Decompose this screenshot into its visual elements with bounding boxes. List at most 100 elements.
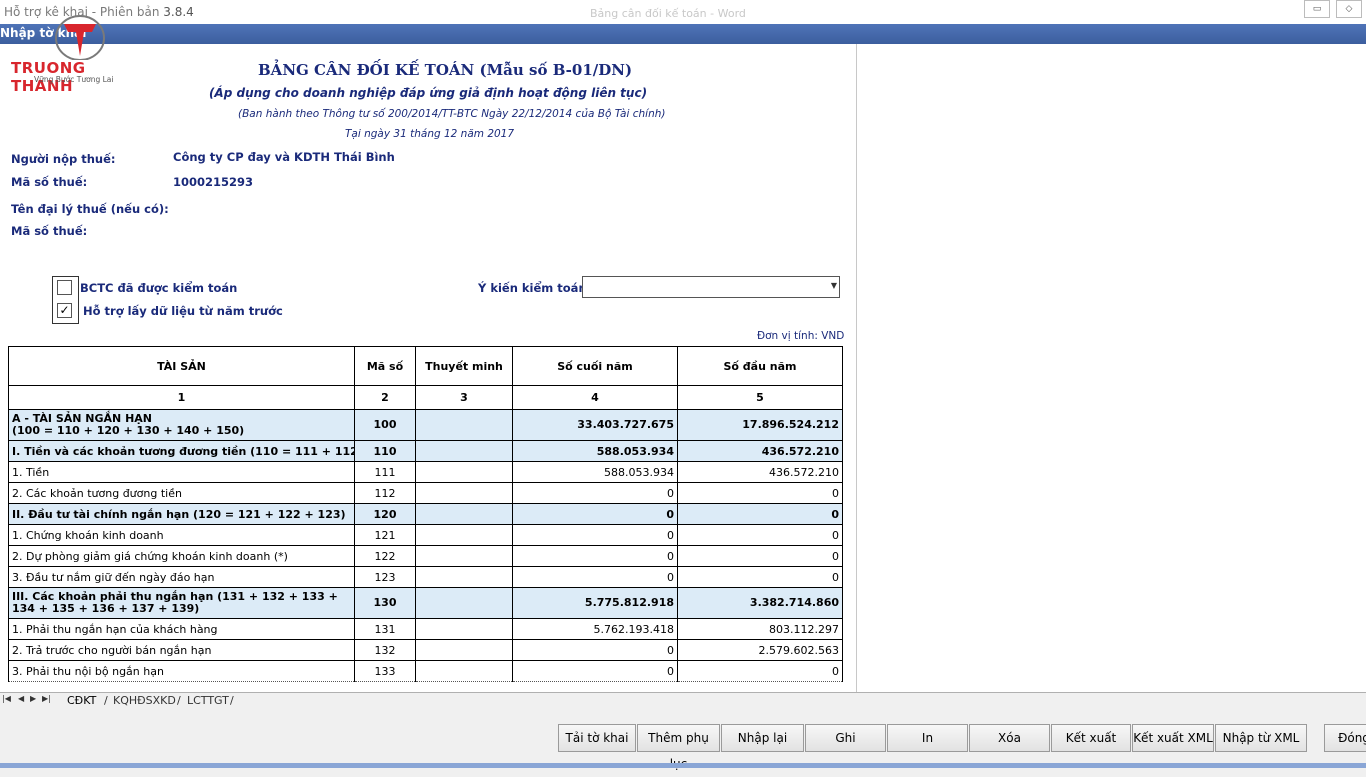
row-label: 1. Tiền — [8, 461, 355, 483]
audit-opinion-label: Ý kiến kiểm toán: — [478, 281, 592, 295]
tab-lcttgt[interactable]: LCTTGT — [187, 693, 229, 708]
add-appendix-button[interactable]: Thêm phụ lục — [637, 724, 720, 771]
column-number: 3 — [415, 385, 513, 410]
next-sheet-icon[interactable]: ▶ — [30, 694, 36, 703]
row-label: 3. Phải thu nội bộ ngắn hạn — [8, 660, 355, 682]
row-note-cell[interactable] — [415, 482, 513, 504]
row-label: 2. Dự phòng giảm giá chứng khoán kinh do… — [8, 545, 355, 567]
right-pane — [857, 44, 1366, 692]
row-begin-value[interactable]: 0 — [677, 503, 843, 525]
column-header: TÀI SẢN — [8, 346, 355, 386]
reenter-button[interactable]: Nhập lại — [721, 724, 804, 752]
row-begin-value[interactable]: 0 — [677, 482, 843, 504]
column-number-row: 12345 — [8, 385, 843, 410]
row-code: 132 — [354, 639, 416, 661]
form-issued-by: (Ban hành theo Thông tư số 200/2014/TT-B… — [238, 108, 666, 120]
delete-button[interactable]: Xóa — [969, 724, 1050, 752]
row-note-cell[interactable] — [415, 660, 513, 682]
export-xml-button[interactable]: Kết xuất XML — [1132, 724, 1214, 752]
row-note-cell[interactable] — [415, 524, 513, 546]
row-note-cell[interactable] — [415, 545, 513, 567]
audit-opinion-select[interactable]: ▼ — [582, 276, 840, 298]
save-button[interactable]: Ghi — [805, 724, 886, 752]
row-code: 130 — [354, 587, 416, 619]
taxcode-value: 1000215293 — [173, 175, 254, 189]
row-begin-value[interactable]: 803.112.297 — [677, 618, 843, 640]
row-end-value[interactable]: 588.053.934 — [512, 461, 678, 483]
sheet-tab-bar: |◀ ◀ ▶ ▶| CĐKT / KQHĐSXKD / LCTTGT / — [0, 692, 1366, 710]
row-label: 3. Đầu tư nắm giữ đến ngày đáo hạn — [8, 566, 355, 588]
table-row: 1. Phải thu ngắn hạn của khách hàng 131 5.… — [8, 618, 843, 640]
row-note-cell[interactable] — [415, 587, 513, 619]
row-begin-value[interactable]: 0 — [677, 545, 843, 567]
row-note-cell[interactable] — [415, 566, 513, 588]
row-end-value[interactable]: 5.775.812.918 — [512, 587, 678, 619]
balance-sheet-table: TÀI SẢN Mã số Thuyết minh Số cuối năm Số đầu… — [8, 346, 843, 682]
first-sheet-icon[interactable]: |◀ — [2, 694, 11, 703]
row-note-cell[interactable] — [415, 461, 513, 483]
row-note-cell[interactable] — [415, 440, 513, 462]
form-date: Tại ngày 31 tháng 12 năm 2017 — [345, 128, 515, 140]
table-row: 1. Chứng khoán kinh doanh 121 0 0 — [8, 524, 843, 546]
logo-slogan: Vững Bước Tương Lai — [34, 75, 114, 84]
row-begin-value[interactable]: 2.579.602.563 — [677, 639, 843, 661]
row-begin-value[interactable]: 436.572.210 — [677, 461, 843, 483]
row-begin-value[interactable]: 0 — [677, 566, 843, 588]
column-number: 2 — [354, 385, 416, 410]
row-begin-value[interactable]: 0 — [677, 660, 843, 682]
row-label: A - TÀI SẢN NGẮN HẠN (100 = 110 + 120 + 1… — [8, 409, 355, 441]
restore-icon[interactable]: ◇ — [1336, 0, 1362, 18]
table-row: 3. Phải thu nội bộ ngắn hạn 133 0 0 — [8, 660, 843, 682]
title-bar: Hỗ trợ kê khai - Phiên bản 3.8.4 Bảng câ… — [0, 0, 1366, 24]
row-end-value[interactable]: 0 — [512, 524, 678, 546]
audited-checkbox[interactable] — [57, 280, 72, 295]
close-button[interactable]: Đóng — [1324, 724, 1366, 752]
column-header: Số cuối năm — [512, 346, 678, 386]
prevyear-checkbox[interactable]: ✓ — [57, 303, 72, 318]
row-begin-value[interactable]: 17.896.524.212 — [677, 409, 843, 441]
tab-separator: / — [104, 694, 108, 707]
row-note-cell[interactable] — [415, 639, 513, 661]
table-row: A - TÀI SẢN NGẮN HẠN (100 = 110 + 120 + 1… — [8, 409, 843, 441]
import-xml-button[interactable]: Nhập từ XML — [1215, 724, 1307, 752]
last-sheet-icon[interactable]: ▶| — [42, 694, 51, 703]
load-button[interactable]: Tải tờ khai — [558, 724, 636, 752]
column-header: Thuyết minh — [415, 346, 513, 386]
truong-thanh-logo: TRUONG THANH Vững Bước Tương Lai — [0, 14, 150, 95]
row-begin-value[interactable]: 3.382.714.860 — [677, 587, 843, 619]
row-label: 2. Các khoản tương đương tiền — [8, 482, 355, 504]
row-end-value[interactable]: 0 — [512, 545, 678, 567]
print-button[interactable]: In — [887, 724, 968, 752]
row-end-value[interactable]: 0 — [512, 639, 678, 661]
row-note-cell[interactable] — [415, 409, 513, 441]
row-begin-value[interactable]: 436.572.210 — [677, 440, 843, 462]
form-sheet: BẢNG CÂN ĐỐI KẾ TOÁN (Mẫu số B-01/DN) (Á… — [0, 44, 857, 692]
prev-sheet-icon[interactable]: ◀ — [18, 694, 24, 703]
row-end-value[interactable]: 0 — [512, 660, 678, 682]
column-header: Số đầu năm — [677, 346, 843, 386]
table-row: 1. Tiền 111 588.053.934 436.572.210 — [8, 461, 843, 483]
tab-kqhdsxkd[interactable]: KQHĐSXKD — [113, 693, 176, 708]
prevyear-label: Hỗ trợ lấy dữ liệu từ năm trước — [83, 304, 283, 318]
checkmark-icon: ✓ — [59, 303, 70, 317]
row-end-value[interactable]: 0 — [512, 503, 678, 525]
row-end-value[interactable]: 5.762.193.418 — [512, 618, 678, 640]
row-end-value[interactable]: 0 — [512, 566, 678, 588]
row-end-value[interactable]: 0 — [512, 482, 678, 504]
minimize-icon[interactable]: ▭ — [1304, 0, 1330, 18]
row-end-value[interactable]: 33.403.727.675 — [512, 409, 678, 441]
section-bar: Nhập tờ khai — [0, 24, 1366, 44]
row-note-cell[interactable] — [415, 503, 513, 525]
tab-cdkt[interactable]: CĐKT — [67, 693, 96, 708]
row-note-cell[interactable] — [415, 618, 513, 640]
chevron-down-icon[interactable]: ▼ — [831, 281, 837, 290]
export-button[interactable]: Kết xuất — [1051, 724, 1131, 752]
audited-label: BCTC đã được kiểm toán — [80, 281, 238, 295]
row-code: 131 — [354, 618, 416, 640]
taxpayer-label: Người nộp thuế: — [11, 152, 116, 166]
row-code: 123 — [354, 566, 416, 588]
table-row: 2. Các khoản tương đương tiền 112 0 0 — [8, 482, 843, 504]
row-begin-value[interactable]: 0 — [677, 524, 843, 546]
row-code: 112 — [354, 482, 416, 504]
row-end-value[interactable]: 588.053.934 — [512, 440, 678, 462]
